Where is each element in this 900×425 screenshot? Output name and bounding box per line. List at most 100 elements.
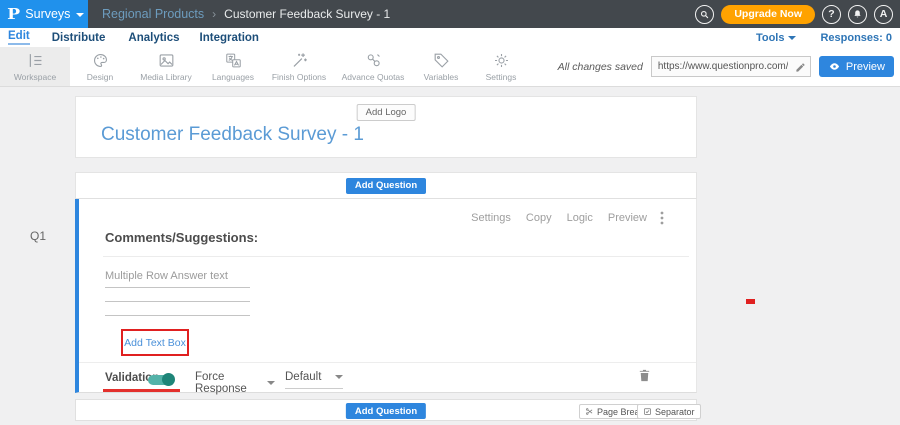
breadcrumb-separator: › [212,7,216,21]
responses-link[interactable]: Responses: 0 [820,32,892,44]
surveys-menu[interactable]: P Surveys [0,0,88,28]
nav-right: Tools Responses: 0 [756,32,900,44]
answer-placeholder[interactable]: Multiple Row Answer text [105,270,228,282]
toolbar-right: All changes saved Preview [558,47,900,86]
toolbar-item-label: Advance Quotas [342,72,405,82]
add-question-bar-bottom: Add Question Page Break Separator [75,399,697,421]
topbar-actions: Upgrade Now ? A [695,5,900,24]
question-more-menu[interactable] [660,211,664,230]
chevron-down-icon [788,36,796,40]
survey-url-input[interactable] [651,56,811,77]
separator-button[interactable]: Separator [637,404,701,419]
validation-toggle[interactable] [148,375,174,385]
toolbar-item-design[interactable]: Design [70,47,130,86]
toolbar-item-finish-options[interactable]: Finish Options [264,47,334,86]
tab-analytics[interactable]: Analytics [128,32,179,44]
bell-icon [852,9,863,20]
kebab-icon [660,211,664,225]
workspace-icon [26,51,45,70]
question-logic-link[interactable]: Logic [567,212,593,224]
force-response-dropdown[interactable]: Force Response [195,371,275,401]
edit-url-button[interactable] [795,60,806,78]
advance-quotas-icon [364,51,383,70]
toolbar-item-label: Workspace [14,72,56,82]
divider [103,256,689,257]
notifications-button[interactable] [848,5,867,24]
tab-distribute[interactable]: Distribute [52,32,106,44]
delete-question-button[interactable] [637,368,652,388]
add-question-button-top[interactable]: Add Question [346,178,426,194]
survey-title[interactable]: Customer Feedback Survey - 1 [101,124,364,146]
toolbar-item-label: Settings [486,72,517,82]
annotation-red-underline [103,389,180,392]
breadcrumb-parent[interactable]: Regional Products [102,7,204,21]
add-text-box-link[interactable]: Add Text Box [124,337,186,349]
toolbar-item-languages[interactable]: Languages [202,47,264,86]
answer-row-line[interactable] [105,287,250,288]
toolbar-item-advance-quotas[interactable]: Advance Quotas [334,47,412,86]
question-copy-link[interactable]: Copy [526,212,552,224]
question-text[interactable]: Comments/Suggestions: [105,230,258,245]
preview-label: Preview [846,61,885,73]
question-settings-link[interactable]: Settings [471,212,511,224]
avatar[interactable]: A [874,5,893,24]
pencil-icon [795,62,806,73]
settings-icon [492,51,511,70]
add-question-bar-top: Add Question [75,172,697,199]
variables-icon [432,51,451,70]
add-question-button-bottom[interactable]: Add Question [346,403,426,419]
force-response-value: Force Response [195,371,267,395]
toolbar-item-label: Finish Options [272,72,326,82]
separator-label: Separator [655,407,695,417]
chevron-down-icon [76,13,84,17]
toolbar-item-label: Media Library [140,72,192,82]
answer-row-line[interactable] [105,301,250,302]
question-card: Settings Copy Logic Preview Comments/Sug… [75,199,697,393]
product-name: Surveys [25,7,70,21]
toolbar-item-variables[interactable]: Variables [412,47,470,86]
toggle-knob [162,373,175,386]
toolbar-item-settings[interactable]: Settings [470,47,532,86]
design-icon [91,51,110,70]
search-icon [699,9,710,20]
tab-edit[interactable]: Edit [8,30,30,45]
default-value: Default [285,371,321,383]
tools-menu[interactable]: Tools [756,32,797,44]
top-bar: P Surveys Regional Products › Customer F… [0,0,900,28]
survey-url-wrap [651,56,811,77]
chevron-down-icon [335,375,343,379]
scissors-icon [585,407,594,416]
divider [79,362,696,363]
tab-integration[interactable]: Integration [200,32,259,44]
nav-row: Edit Distribute Analytics Integration To… [0,28,900,47]
media-library-icon [157,51,176,70]
search-button[interactable] [695,5,714,24]
checkbox-icon [643,407,652,416]
question-preview-link[interactable]: Preview [608,212,647,224]
breadcrumb-current: Customer Feedback Survey - 1 [224,7,390,21]
annotation-red-marker [746,299,755,304]
finish-options-icon [290,51,309,70]
add-logo-button[interactable]: Add Logo [357,104,416,121]
questionpro-logo-icon: P [7,5,20,23]
preview-button[interactable]: Preview [819,56,894,77]
chevron-down-icon [267,381,275,385]
toolbar-item-workspace[interactable]: Workspace [0,47,70,86]
languages-icon [224,51,243,70]
editor-toolbar: Workspace Design Media Library Languages… [0,47,900,87]
toolbar-item-label: Design [87,72,113,82]
toolbar-item-label: Languages [212,72,254,82]
survey-header-card: Add Logo Customer Feedback Survey - 1 [75,96,697,158]
survey-editor-page: P Surveys Regional Products › Customer F… [0,0,900,425]
question-actions: Settings Copy Logic Preview [471,212,647,224]
help-button[interactable]: ? [822,5,841,24]
default-dropdown[interactable]: Default [285,371,343,389]
toolbar-item-media-library[interactable]: Media Library [130,47,202,86]
toolbar-item-label: Variables [424,72,459,82]
trash-icon [637,368,652,383]
annotation-red-box: Add Text Box [121,329,189,356]
question-number: Q1 [30,229,46,243]
tools-label: Tools [756,32,785,44]
upgrade-now-button[interactable]: Upgrade Now [721,5,815,24]
answer-row-line[interactable] [105,315,250,316]
